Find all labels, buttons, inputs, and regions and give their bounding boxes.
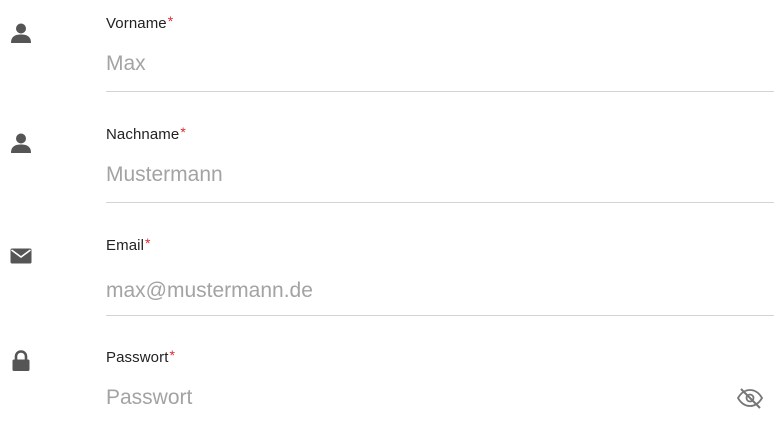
eye-slash-icon[interactable]: [735, 385, 765, 411]
required-mark: *: [145, 235, 151, 251]
required-mark: *: [180, 124, 186, 140]
vorname-input[interactable]: [106, 49, 746, 79]
field-passwort: Passwort*: [0, 336, 774, 448]
user-icon: [10, 22, 32, 44]
passwort-label: Passwort*: [106, 347, 176, 366]
email-underline: [106, 315, 774, 316]
passwort-label-text: Passwort: [106, 349, 169, 366]
email-input[interactable]: [106, 276, 746, 306]
required-mark: *: [169, 347, 176, 363]
email-label: Email*: [106, 235, 151, 254]
envelope-icon: [10, 245, 32, 267]
user-icon: [10, 132, 32, 154]
field-email: Email*: [0, 224, 774, 336]
vorname-label: Vorname*: [106, 13, 174, 32]
required-mark: *: [167, 13, 174, 29]
passwort-input[interactable]: [106, 383, 746, 413]
nachname-label-text: Nachname: [106, 126, 180, 143]
field-vorname: Vorname*: [0, 0, 774, 112]
email-label-text: Email: [106, 237, 145, 254]
vorname-label-text: Vorname: [106, 15, 167, 32]
lock-icon: [10, 350, 32, 372]
nachname-input[interactable]: [106, 160, 746, 190]
nachname-label: Nachname*: [106, 124, 186, 143]
vorname-underline: [106, 91, 774, 92]
field-nachname: Nachname*: [0, 112, 774, 224]
nachname-underline: [106, 202, 774, 203]
